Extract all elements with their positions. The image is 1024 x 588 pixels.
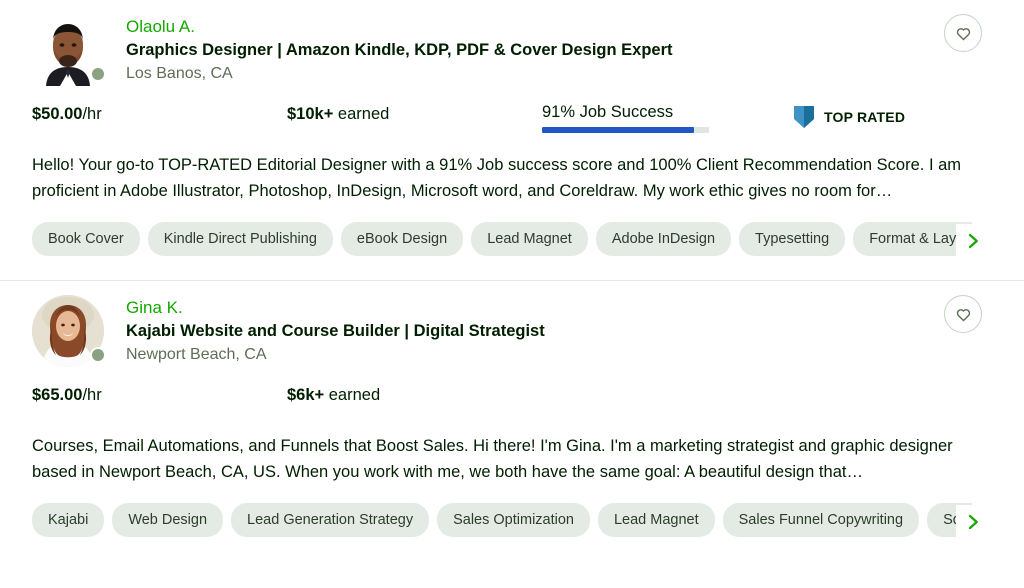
- job-success-score: 91% Job Success: [542, 102, 792, 133]
- skills-row: Book Cover Kindle Direct Publishing eBook …: [32, 218, 1000, 280]
- freelancer-title: Graphics Designer | Amazon Kindle, KDP, …: [126, 41, 673, 59]
- skills-next-button[interactable]: [956, 505, 990, 539]
- skill-tag[interactable]: Adobe InDesign: [595, 222, 732, 256]
- skill-tag[interactable]: Kajabi: [32, 503, 105, 537]
- skill-tag[interactable]: Web Design: [112, 503, 224, 537]
- card-header: Gina K. Kajabi Website and Course Builde…: [32, 281, 1000, 367]
- total-earned: $6k+ earned: [287, 383, 542, 405]
- freelancer-location: Newport Beach, CA: [126, 346, 267, 363]
- freelancer-name[interactable]: Gina K.: [126, 297, 1000, 319]
- job-success-track: [542, 127, 709, 133]
- total-earned-amount: $10k+: [287, 105, 334, 123]
- skill-tag[interactable]: Book Cover: [32, 222, 140, 256]
- total-earned-label: earned: [324, 386, 381, 404]
- freelancer-results-list: Olaolu A. Graphics Designer | Amazon Kin…: [0, 0, 1024, 588]
- total-earned-label: earned: [333, 105, 390, 123]
- freelancer-title: Kajabi Website and Course Builder | Digi…: [126, 322, 545, 340]
- skill-tag[interactable]: Lead Magnet: [471, 222, 588, 256]
- job-success-label: 91% Job Success: [542, 103, 674, 121]
- stats-row: $50.00/hr $10k+ earned 91% Job Success T…: [32, 102, 1000, 136]
- online-status-dot: [90, 347, 106, 363]
- freelancer-card[interactable]: Olaolu A. Graphics Designer | Amazon Kin…: [0, 0, 1024, 280]
- freelancer-location: Los Banos, CA: [126, 65, 233, 82]
- skill-tag[interactable]: Kindle Direct Publishing: [147, 222, 333, 256]
- shield-icon: [794, 106, 814, 128]
- hourly-rate-amount: $50.00: [32, 105, 83, 123]
- skill-tag[interactable]: Typesetting: [739, 222, 846, 256]
- skill-tag[interactable]: Sales Optimization: [437, 503, 590, 537]
- heart-icon: [956, 308, 970, 322]
- freelancer-card[interactable]: Gina K. Kajabi Website and Course Builde…: [0, 281, 1024, 561]
- total-earned-amount: $6k+: [287, 386, 325, 404]
- card-header: Olaolu A. Graphics Designer | Amazon Kin…: [32, 0, 1000, 86]
- skill-tag[interactable]: Format & Layout: [853, 222, 972, 256]
- avatar[interactable]: [32, 295, 106, 367]
- skill-tag[interactable]: Lead Generation Strategy: [231, 503, 430, 537]
- skill-tag[interactable]: Lead Magnet: [597, 503, 715, 537]
- hourly-rate: $50.00/hr: [32, 102, 287, 124]
- hourly-rate-unit: /hr: [82, 386, 102, 404]
- avatar[interactable]: [32, 14, 106, 86]
- freelancer-identity: Olaolu A. Graphics Designer | Amazon Kin…: [126, 14, 1000, 84]
- freelancer-identity: Gina K. Kajabi Website and Course Builde…: [126, 295, 1000, 365]
- skill-tag[interactable]: Sales Funnel Copywriting: [722, 503, 920, 537]
- freelancer-description: Hello! Your go-to TOP-RATED Editorial De…: [32, 156, 962, 200]
- favorite-button[interactable]: [944, 295, 982, 333]
- hourly-rate: $65.00/hr: [32, 383, 287, 405]
- total-earned: $10k+ earned: [287, 102, 542, 124]
- top-rated-badge: TOP RATED: [792, 102, 905, 130]
- skills-next-button[interactable]: [956, 224, 990, 258]
- heart-icon: [956, 27, 970, 41]
- stats-row: $65.00/hr $6k+ earned: [32, 383, 1000, 417]
- chevron-right-icon: [968, 233, 978, 249]
- skills-row: Kajabi Web Design Lead Generation Strategy…: [32, 499, 1000, 561]
- favorite-button[interactable]: [944, 14, 982, 52]
- freelancer-name[interactable]: Olaolu A.: [126, 16, 1000, 38]
- skills-track[interactable]: Kajabi Web Design Lead Generation Strategy…: [32, 499, 972, 537]
- job-success-fill: [542, 127, 694, 133]
- freelancer-description: Courses, Email Automations, and Funnels …: [32, 437, 953, 481]
- online-status-dot: [90, 66, 106, 82]
- skill-tag[interactable]: eBook Design: [340, 222, 464, 256]
- hourly-rate-unit: /hr: [82, 105, 102, 123]
- hourly-rate-amount: $65.00: [32, 386, 83, 404]
- chevron-right-icon: [968, 514, 978, 530]
- top-rated-label: TOP RATED: [824, 109, 906, 125]
- skills-track[interactable]: Book Cover Kindle Direct Publishing eBook …: [32, 218, 972, 256]
